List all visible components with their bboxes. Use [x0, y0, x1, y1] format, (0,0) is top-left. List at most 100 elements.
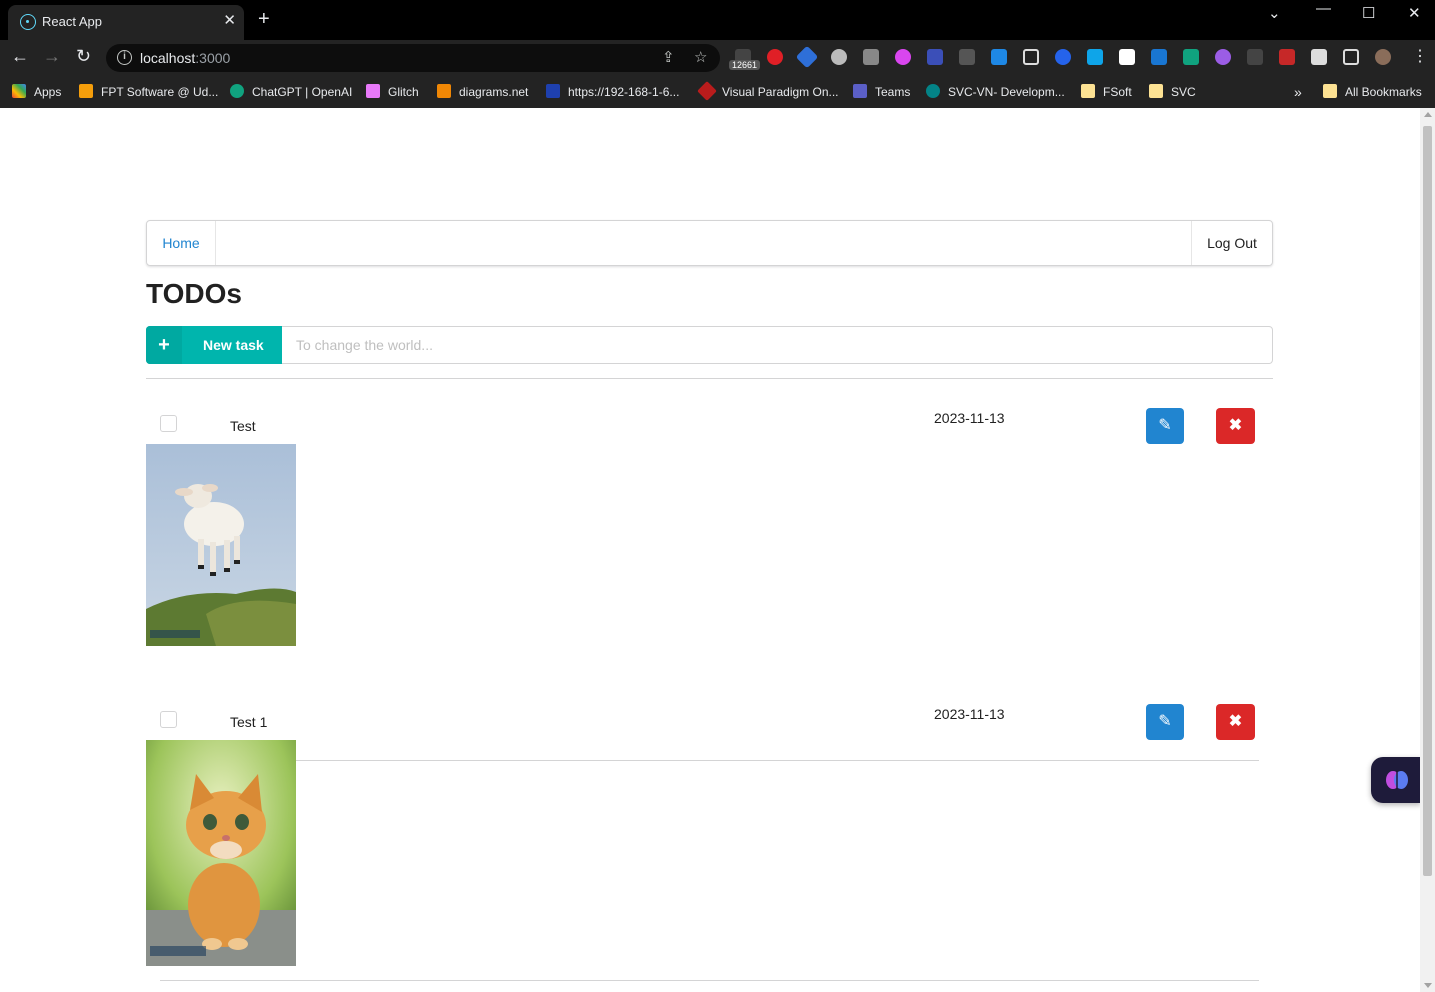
new-task-label: New task: [203, 337, 264, 353]
browser-tab-bar: React App ✕ + ⌄ — ☐ ✕: [0, 0, 1435, 40]
minimize-button[interactable]: —: [1316, 0, 1331, 17]
pause-icon[interactable]: [1055, 49, 1071, 65]
apps-grid-icon: [12, 84, 26, 98]
avatar[interactable]: [1375, 49, 1391, 65]
delete-button[interactable]: ✖: [1216, 704, 1255, 740]
extension-icon[interactable]: [863, 49, 879, 65]
folder-icon: [1149, 84, 1163, 98]
recycle-icon[interactable]: [959, 49, 975, 65]
adblock-icon[interactable]: [767, 49, 783, 65]
scrollbar-thumb[interactable]: [1423, 126, 1432, 876]
bookmark-folder[interactable]: FSoft: [1081, 81, 1132, 103]
delete-button[interactable]: ✖: [1216, 408, 1255, 444]
dsm-icon: [546, 84, 560, 98]
bookmark-item[interactable]: ChatGPT | OpenAI: [230, 81, 352, 103]
bookmark-item[interactable]: Teams: [853, 81, 910, 103]
extension-icon[interactable]: [927, 49, 943, 65]
todo-name: Test 1: [230, 714, 268, 730]
new-task-input[interactable]: [282, 326, 1273, 364]
page-content: Home Log Out TODOs + New task Test 2023-…: [0, 108, 1420, 992]
bookmark-item[interactable]: FPT Software @ Ud...: [79, 81, 218, 103]
nav-home-link[interactable]: Home: [147, 221, 216, 265]
extension-icon[interactable]: [991, 49, 1007, 65]
tab-search-icon[interactable]: ⌄: [1268, 4, 1281, 22]
kitten-photo: [146, 740, 296, 966]
share-icon[interactable]: ⇪: [662, 48, 675, 66]
extension-icon[interactable]: [1119, 49, 1135, 65]
bookmark-folder[interactable]: SVC: [1149, 81, 1196, 103]
tab-title: React App: [42, 14, 102, 29]
extension-icon[interactable]: [895, 49, 911, 65]
screenshot-icon[interactable]: [1023, 49, 1039, 65]
bookmark-item[interactable]: Glitch: [366, 81, 419, 103]
brain-icon: [1386, 771, 1408, 789]
diagrams-icon: [437, 84, 451, 98]
extension-icon[interactable]: [1247, 49, 1263, 65]
lamb-photo: [146, 444, 296, 646]
todo-date: 2023-11-13: [934, 706, 1005, 722]
close-icon: ✖: [1228, 417, 1243, 434]
logout-button[interactable]: Log Out: [1191, 221, 1272, 265]
glitch-icon: [366, 84, 380, 98]
scroll-up-icon[interactable]: [1424, 112, 1432, 117]
puzzle-icon[interactable]: [1311, 49, 1327, 65]
teams-icon: [853, 84, 867, 98]
scroll-down-icon[interactable]: [1424, 983, 1432, 988]
extension-icon[interactable]: [795, 45, 819, 69]
bookmarks-overflow-button[interactable]: »: [1294, 81, 1302, 103]
site-info-icon[interactable]: i: [117, 50, 132, 65]
page-title: TODOs: [146, 278, 242, 309]
brain-icon[interactable]: [1215, 49, 1231, 65]
bookmark-item[interactable]: diagrams.net: [437, 81, 528, 103]
gear-icon[interactable]: [831, 49, 847, 65]
todo-item: Test 1 2023-11-13 ✎ ✖: [146, 704, 1273, 984]
back-arrow-icon[interactable]: ←: [11, 46, 29, 67]
extension-badge: 12661: [729, 60, 761, 70]
page-scrollbar[interactable]: [1420, 108, 1435, 992]
plus-icon: +: [146, 326, 182, 364]
bookmark-star-icon[interactable]: ☆: [694, 48, 707, 66]
todo-item: Test 2023-11-13 ✎ ✖: [146, 408, 1273, 761]
assistant-float-button[interactable]: [1371, 757, 1421, 803]
todo-divider: [160, 980, 1259, 981]
bookmark-item[interactable]: Visual Paradigm On...: [697, 81, 839, 103]
fpt-icon: [79, 84, 93, 98]
url-text: localhost:3000: [140, 50, 231, 66]
browser-tab[interactable]: React App ✕: [8, 5, 244, 40]
folder-icon: [1323, 84, 1337, 98]
side-panel-icon[interactable]: [1343, 49, 1359, 65]
todo-checkbox[interactable]: [160, 415, 177, 432]
sharepoint-icon: [926, 84, 940, 98]
close-tab-icon[interactable]: ✕: [223, 11, 236, 29]
reload-icon[interactable]: ↻: [76, 46, 91, 67]
address-bar[interactable]: i localhost:3000 ⇪ ☆: [106, 44, 720, 72]
close-window-button[interactable]: ✕: [1408, 4, 1421, 22]
extension-icon[interactable]: [1279, 49, 1295, 65]
edit-button[interactable]: ✎: [1146, 408, 1184, 444]
kebab-menu-icon[interactable]: ⋮: [1412, 46, 1428, 66]
top-menu: Home Log Out: [146, 220, 1273, 266]
edit-button[interactable]: ✎: [1146, 704, 1184, 740]
folder-icon: [1081, 84, 1095, 98]
bookmark-apps[interactable]: Apps: [12, 81, 61, 103]
todo-checkbox[interactable]: [160, 711, 177, 728]
forward-arrow-icon[interactable]: →: [43, 46, 61, 67]
pencil-icon: ✎: [1158, 713, 1172, 730]
maximize-button[interactable]: ☐: [1362, 4, 1375, 22]
divider: [146, 378, 1273, 379]
bookmark-folder[interactable]: All Bookmarks: [1323, 81, 1422, 103]
bookmarks-bar: Apps FPT Software @ Ud... ChatGPT | Open…: [0, 76, 1435, 108]
chatgpt-icon[interactable]: [1183, 49, 1199, 65]
bookmark-item[interactable]: SVC-VN- Developm...: [926, 81, 1065, 103]
react-logo-icon: [20, 14, 36, 30]
new-task-button[interactable]: + New task: [146, 326, 282, 364]
extension-icon[interactable]: [1087, 49, 1103, 65]
chatgpt-icon: [230, 84, 244, 98]
todo-date: 2023-11-13: [934, 410, 1005, 426]
extension-icon[interactable]: [1151, 49, 1167, 65]
bookmark-item[interactable]: https://192-168-1-6...: [546, 81, 679, 103]
browser-toolbar: ← → ↻ i localhost:3000 ⇪ ☆ 12661 ⋮: [0, 40, 1435, 76]
new-tab-button[interactable]: +: [258, 9, 270, 29]
pencil-icon: ✎: [1158, 417, 1172, 434]
visual-paradigm-icon: [697, 81, 717, 101]
